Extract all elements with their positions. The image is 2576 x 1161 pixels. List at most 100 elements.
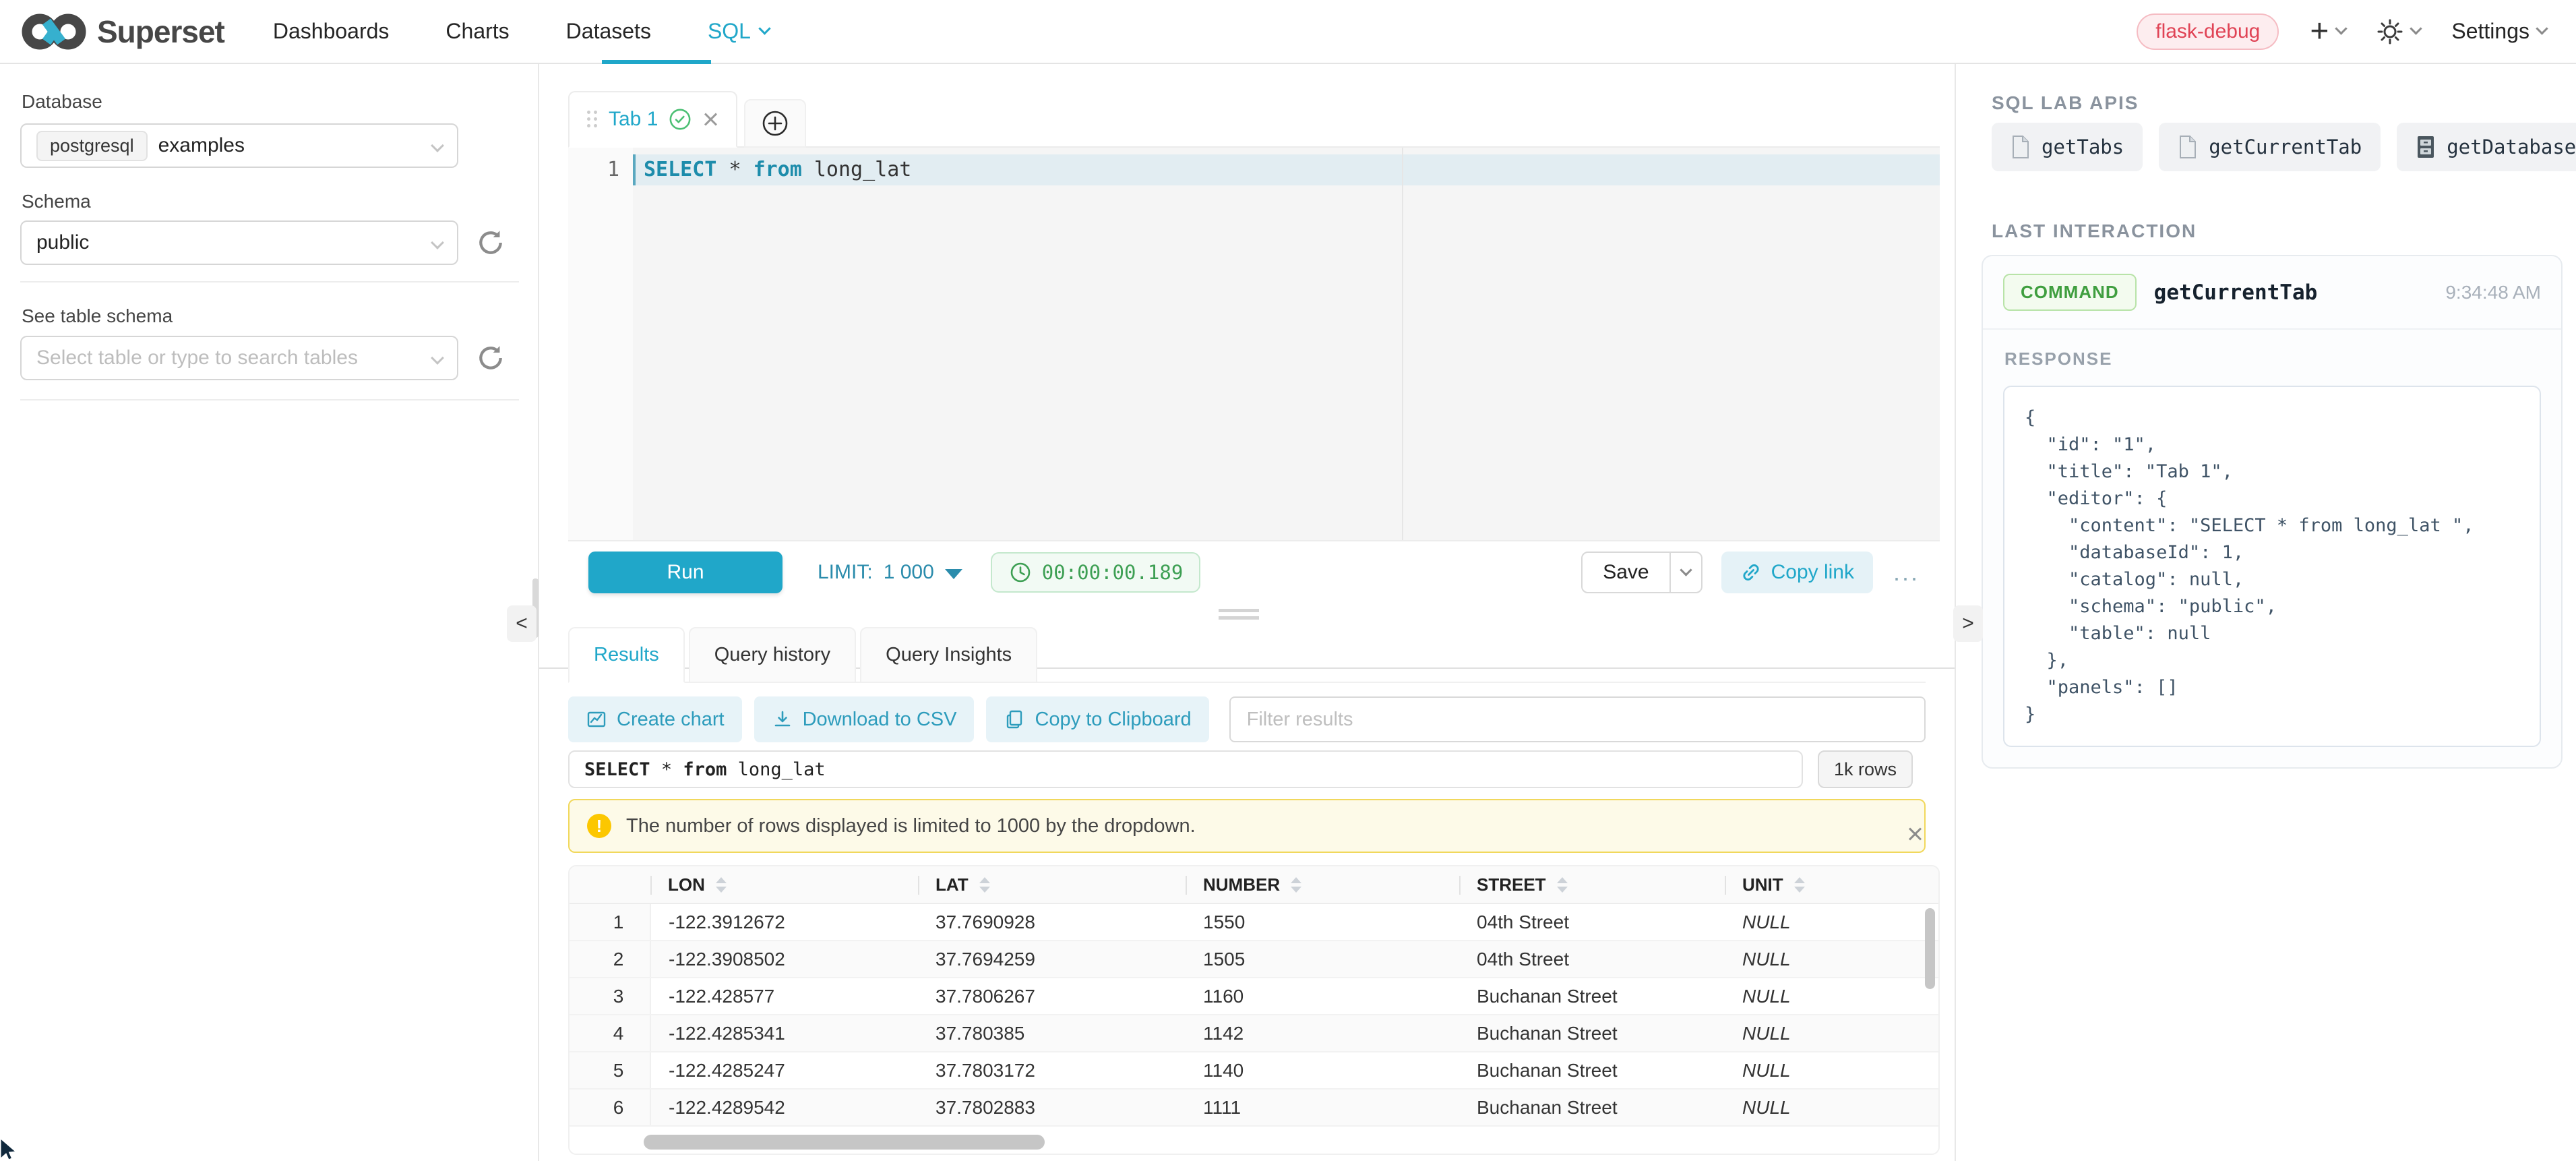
column-header-lon[interactable]: LON — [650, 866, 918, 903]
filter-results-input[interactable] — [1229, 696, 1926, 742]
clock-icon — [1008, 560, 1033, 585]
refresh-schemas-icon[interactable] — [476, 228, 505, 258]
save-split-button[interactable]: Save — [1581, 552, 1702, 593]
create-chart-button[interactable]: Create chart — [568, 696, 742, 742]
limit-value: 1 000 — [884, 561, 934, 584]
sqllab-left-sidebar: Database postgresql examples Schema publ… — [0, 64, 539, 1161]
brand-wordmark: Superset — [97, 13, 224, 50]
table-row: 6 -122.4289542 37.7802883 1111 Buchanan … — [570, 1089, 1938, 1126]
nav-item-dashboards[interactable]: Dashboards — [273, 19, 390, 44]
copy-icon — [1004, 709, 1025, 730]
collapse-right-panel-button[interactable]: > — [1953, 605, 1983, 642]
database-label: Database — [22, 91, 102, 113]
schema-select-value: public — [36, 231, 89, 254]
editor-tabbar: Tab 1 — [568, 91, 1940, 148]
chart-icon — [586, 709, 607, 730]
row-count-badge: 1k rows — [1818, 750, 1913, 788]
limit-dropdown[interactable]: LIMIT: 1 000 — [818, 561, 962, 584]
horizontal-scrollbar[interactable] — [644, 1135, 1924, 1150]
more-actions-button[interactable]: ... — [1893, 558, 1920, 587]
plus-circle-icon — [760, 109, 790, 138]
editor-toolbar: Run LIMIT: 1 000 00:00:00.189 Save — [568, 540, 1940, 603]
table-row: 4 -122.4285341 37.780385 1142 Buchanan S… — [570, 1015, 1938, 1052]
sqllab-apis-panel: SQL LAB APIS getTabs getCurrentTab — [1956, 64, 2576, 1161]
api-chip-gettabs[interactable]: getTabs — [1992, 123, 2143, 171]
column-header-street[interactable]: STREET — [1459, 866, 1725, 903]
collapse-left-panel-button[interactable]: < — [507, 605, 536, 642]
table-select[interactable]: Select table or type to search tables — [20, 336, 458, 380]
schema-select[interactable]: public — [20, 220, 458, 265]
warning-message: The number of rows displayed is limited … — [626, 815, 1196, 837]
drag-handle-icon[interactable] — [587, 111, 598, 128]
tab-results[interactable]: Results — [568, 627, 685, 683]
schema-label: Schema — [22, 191, 91, 212]
response-json-box: { "id": "1", "title": "Tab 1", "editor":… — [2003, 386, 2541, 747]
settings-menu[interactable]: Settings — [2451, 19, 2546, 44]
results-actions-row: Create chart Download to CSV Copy to Cli… — [568, 696, 1926, 742]
nav-item-charts[interactable]: Charts — [446, 19, 509, 44]
superset-logo[interactable]: Superset — [22, 11, 224, 53]
document-icon — [2011, 135, 2031, 159]
sql-code-line: SELECT * from long_lat — [644, 154, 911, 185]
editor-tab-title: Tab 1 — [609, 108, 658, 131]
database-select[interactable]: postgresql examples — [20, 123, 458, 168]
sort-icons[interactable] — [1291, 877, 1301, 893]
theme-toggle-button[interactable] — [2376, 18, 2420, 45]
run-query-button[interactable]: Run — [588, 552, 783, 593]
check-circle-icon — [669, 108, 692, 131]
last-interaction-title: LAST INTERACTION — [1992, 220, 2197, 242]
copy-link-button[interactable]: Copy link — [1721, 552, 1873, 593]
elapsed-time: 00:00:00.189 — [1042, 561, 1184, 584]
nav-menu: Dashboards Charts Datasets SQL — [273, 19, 769, 44]
download-csv-button[interactable]: Download to CSV — [754, 696, 975, 742]
sort-icons[interactable] — [1794, 877, 1805, 893]
chevron-down-icon — [431, 139, 444, 152]
link-icon — [1740, 562, 1762, 583]
sql-code-editor[interactable]: 1 SELECT * from long_lat — [568, 148, 1940, 540]
tab-query-history[interactable]: Query history — [689, 627, 856, 683]
table-select-placeholder: Select table or type to search tables — [36, 347, 358, 369]
vertical-scrollbar-thumb[interactable] — [1925, 908, 1935, 989]
editor-caret — [633, 154, 636, 185]
editor-print-margin — [1402, 148, 1403, 540]
chevron-down-icon — [2536, 22, 2548, 34]
api-chip-getdatabases[interactable]: getDatabases — [2397, 123, 2576, 171]
column-header-lat[interactable]: LAT — [918, 866, 1186, 903]
executed-query-preview: SELECT * from long_lat — [568, 750, 1803, 788]
nav-item-datasets[interactable]: Datasets — [566, 19, 651, 44]
sort-icons[interactable] — [716, 877, 727, 893]
mouse-cursor — [0, 1138, 20, 1161]
tab-query-insights[interactable]: Query Insights — [860, 627, 1037, 683]
close-tab-icon[interactable] — [702, 111, 718, 127]
sqllab-main-panel: Tab 1 1 SELECT * from long_lat — [539, 64, 1955, 1161]
resize-drag-handle[interactable] — [1219, 609, 1259, 624]
horizontal-scrollbar-thumb[interactable] — [644, 1135, 1045, 1150]
new-tab-button[interactable] — [744, 99, 806, 148]
sort-icons[interactable] — [979, 877, 990, 893]
editor-tab-1[interactable]: Tab 1 — [568, 91, 737, 148]
interaction-header: COMMAND getCurrentTab 9:34:48 AM — [1983, 256, 2561, 328]
response-label: RESPONSE — [1983, 330, 2561, 369]
chevron-down-icon — [431, 351, 444, 365]
document-icon — [2178, 135, 2198, 159]
environment-badge: flask-debug — [2137, 13, 2279, 50]
nav-item-sql[interactable]: SQL — [708, 19, 769, 44]
column-header-unit[interactable]: UNIT — [1725, 866, 1938, 903]
refresh-tables-icon[interactable] — [476, 343, 505, 373]
table-row: 5 -122.4285247 37.7803172 1140 Buchanan … — [570, 1052, 1938, 1089]
new-item-button[interactable]: + — [2310, 18, 2345, 45]
chevron-down-icon — [431, 236, 444, 249]
table-header-row: LON LAT NUMBER STREET UNIT — [570, 866, 1938, 903]
sort-icons[interactable] — [1557, 877, 1568, 893]
limit-label: LIMIT: — [818, 561, 873, 584]
query-elapsed-timer: 00:00:00.189 — [991, 552, 1201, 593]
chevron-down-icon — [1680, 564, 1692, 576]
save-options-button[interactable] — [1669, 553, 1701, 592]
column-header-number[interactable]: NUMBER — [1186, 866, 1459, 903]
plus-icon: + — [2310, 18, 2329, 45]
save-button[interactable]: Save — [1583, 553, 1669, 592]
api-chip-getcurrenttab[interactable]: getCurrentTab — [2159, 123, 2381, 171]
chevron-down-icon — [2335, 22, 2348, 34]
sidebar-divider — [20, 281, 519, 282]
copy-to-clipboard-button[interactable]: Copy to Clipboard — [986, 696, 1208, 742]
